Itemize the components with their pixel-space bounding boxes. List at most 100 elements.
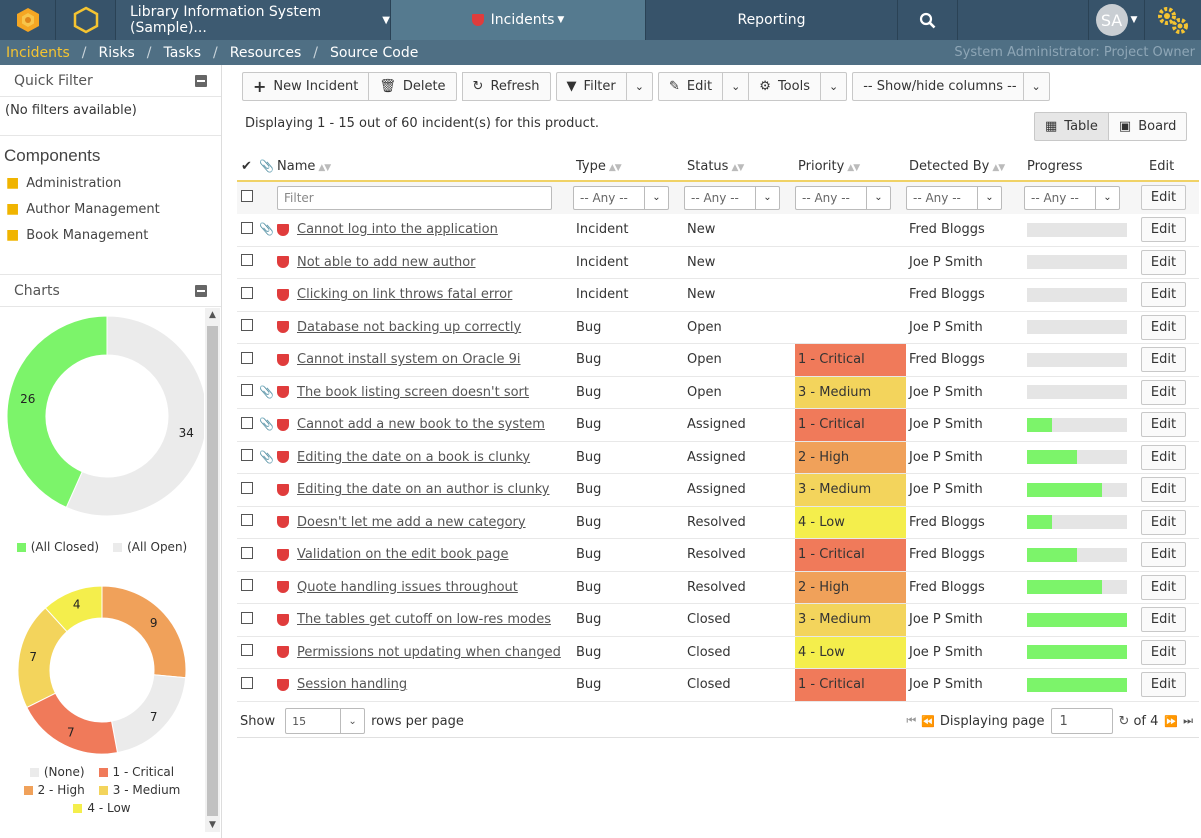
workspace-hexagon-icon[interactable] <box>56 0 116 40</box>
progress-filter-select[interactable]: -- Any -- ⌄ <box>1024 185 1120 210</box>
tools-dropdown-button[interactable]: ⌄ <box>820 72 848 101</box>
reporting-menu[interactable]: Reporting <box>646 0 898 40</box>
row-edit-button[interactable]: Edit <box>1141 347 1186 373</box>
row-edit-button[interactable]: Edit <box>1141 379 1186 405</box>
nav-source-code[interactable]: Source Code <box>318 45 430 61</box>
table-row[interactable]: 📎 Cannot add a new book to the system Bu… <box>237 408 1199 442</box>
row-checkbox[interactable] <box>241 644 253 657</box>
prev-page-icon[interactable]: ⏪ <box>921 715 935 728</box>
incident-name-link[interactable]: Session handling <box>297 677 407 692</box>
new-incident-button[interactable]: + New Incident <box>242 72 370 101</box>
priority-filter-select[interactable]: -- Any -- ⌄ <box>795 185 891 210</box>
row-checkbox[interactable] <box>241 579 253 592</box>
filter-edit-button[interactable]: Edit <box>1141 185 1186 211</box>
row-checkbox[interactable] <box>241 319 253 332</box>
row-edit-button[interactable]: Edit <box>1141 282 1186 308</box>
sort-icon[interactable]: ▲▼ <box>992 163 1005 173</box>
table-row[interactable]: Not able to add new author Incident New … <box>237 246 1199 279</box>
table-row[interactable]: 📎 Cannot log into the application Incide… <box>237 213 1199 247</box>
legend-item[interactable]: 4 - Low <box>73 801 131 815</box>
name-filter-input[interactable]: Filter <box>277 185 552 210</box>
edit-button[interactable]: ✎ Edit <box>657 72 724 101</box>
row-edit-button[interactable]: Edit <box>1141 607 1186 633</box>
row-checkbox[interactable] <box>241 416 253 429</box>
scroll-up-icon[interactable]: ▲ <box>205 308 220 322</box>
charts-scrollbar[interactable]: ▲ ▼ <box>205 308 220 832</box>
board-view-button[interactable]: ▣ Board <box>1108 112 1188 141</box>
table-row[interactable]: Database not backing up correctly Bug Op… <box>237 311 1199 344</box>
legend-item[interactable]: (None) <box>29 765 85 779</box>
row-checkbox[interactable] <box>241 221 253 234</box>
table-row[interactable]: Quote handling issues throughout Bug Res… <box>237 571 1199 604</box>
row-edit-button[interactable]: Edit <box>1141 574 1186 600</box>
status-filter-select[interactable]: -- Any -- ⌄ <box>684 185 780 210</box>
table-row[interactable]: Session handling Bug Closed 1 - Critical… <box>237 668 1199 702</box>
row-checkbox[interactable] <box>241 286 253 299</box>
incident-name-link[interactable]: Validation on the edit book page <box>297 547 509 562</box>
row-checkbox[interactable] <box>241 351 253 364</box>
incident-name-link[interactable]: Cannot log into the application <box>297 222 498 237</box>
select-all-header[interactable]: ✔ <box>237 152 259 181</box>
scroll-thumb[interactable] <box>207 326 218 816</box>
first-page-icon[interactable]: ⏮ <box>906 714 916 728</box>
incident-name-link[interactable]: Editing the date on a book is clunky <box>297 450 530 465</box>
row-checkbox[interactable] <box>241 676 253 689</box>
donut-slice[interactable] <box>26 692 119 755</box>
project-selector[interactable]: Library Information System (Sample)... ▼ <box>116 0 391 40</box>
nav-incidents[interactable]: Incidents <box>0 45 82 61</box>
table-row[interactable]: 📎 The book listing screen doesn't sort B… <box>237 376 1199 409</box>
incident-name-link[interactable]: The tables get cutoff on low-res modes <box>297 612 551 627</box>
scroll-down-icon[interactable]: ▼ <box>205 818 220 832</box>
incident-name-link[interactable]: Editing the date on an author is clunky <box>297 482 549 497</box>
name-column-header[interactable]: Name ▲▼ <box>277 152 573 181</box>
row-edit-button[interactable]: Edit <box>1141 412 1186 438</box>
priority-column-header[interactable]: Priority ▲▼ <box>795 152 906 181</box>
nav-tasks[interactable]: Tasks <box>152 45 214 61</box>
row-checkbox[interactable] <box>241 611 253 624</box>
row-edit-button[interactable]: Edit <box>1141 444 1186 470</box>
row-checkbox[interactable] <box>241 481 253 494</box>
incidents-menu[interactable]: Incidents ▼ <box>391 0 646 40</box>
search-button[interactable] <box>898 0 958 40</box>
legend-item[interactable]: (All Open) <box>113 540 187 554</box>
sort-icon[interactable]: ▲▼ <box>731 163 744 173</box>
tools-button[interactable]: ⚙ Tools <box>749 72 821 101</box>
incident-name-link[interactable]: Not able to add new author <box>297 255 476 270</box>
incident-name-link[interactable]: Clicking on link throws fatal error <box>297 287 512 302</box>
incident-name-link[interactable]: Cannot install system on Oracle 9i <box>297 352 521 367</box>
legend-item[interactable]: (All Closed) <box>16 540 99 554</box>
type-column-header[interactable]: Type ▲▼ <box>573 152 684 181</box>
row-edit-button[interactable]: Edit <box>1141 639 1186 665</box>
refresh-button[interactable]: ↻ Refresh <box>461 72 551 101</box>
table-row[interactable]: Validation on the edit book page Bug Res… <box>237 538 1199 572</box>
edit-dropdown-button[interactable]: ⌄ <box>723 72 750 101</box>
table-view-button[interactable]: ▦ Table <box>1034 112 1109 141</box>
delete-button[interactable]: 🗑 Delete <box>369 72 457 101</box>
page-number-input[interactable]: 1 <box>1050 708 1113 734</box>
incident-name-link[interactable]: Doesn't let me add a new category <box>297 515 526 530</box>
row-checkbox[interactable] <box>241 546 253 559</box>
table-row[interactable]: Permissions not updating when changed Bu… <box>237 636 1199 669</box>
row-edit-button[interactable]: Edit <box>1141 314 1186 340</box>
component-administration[interactable]: ■ Administration <box>0 170 221 196</box>
table-row[interactable]: Clicking on link throws fatal error Inci… <box>237 278 1199 312</box>
next-page-icon[interactable]: ⏩ <box>1164 715 1178 728</box>
row-edit-button[interactable]: Edit <box>1141 672 1186 698</box>
collapse-icon[interactable] <box>195 284 207 297</box>
app-logo-icon[interactable] <box>0 0 56 40</box>
select-all-checkbox[interactable] <box>241 189 253 202</box>
row-checkbox[interactable] <box>241 254 253 267</box>
row-edit-button[interactable]: Edit <box>1141 217 1186 242</box>
collapse-icon[interactable] <box>195 74 207 87</box>
legend-item[interactable]: 2 - High <box>23 783 85 797</box>
table-row[interactable]: 📎 Editing the date on a book is clunky B… <box>237 441 1199 474</box>
incident-name-link[interactable]: Quote handling issues throughout <box>297 580 518 595</box>
incident-name-link[interactable]: The book listing screen doesn't sort <box>297 385 529 400</box>
component-book-management[interactable]: ■ Book Management <box>0 222 221 248</box>
legend-item[interactable]: 3 - Medium <box>98 783 180 797</box>
incident-name-link[interactable]: Database not backing up correctly <box>297 320 521 335</box>
last-page-icon[interactable]: ⏭ <box>1183 714 1193 728</box>
table-row[interactable]: The tables get cutoff on low-res modes B… <box>237 603 1199 637</box>
nav-resources[interactable]: Resources <box>218 45 314 61</box>
table-row[interactable]: Doesn't let me add a new category Bug Re… <box>237 506 1199 539</box>
